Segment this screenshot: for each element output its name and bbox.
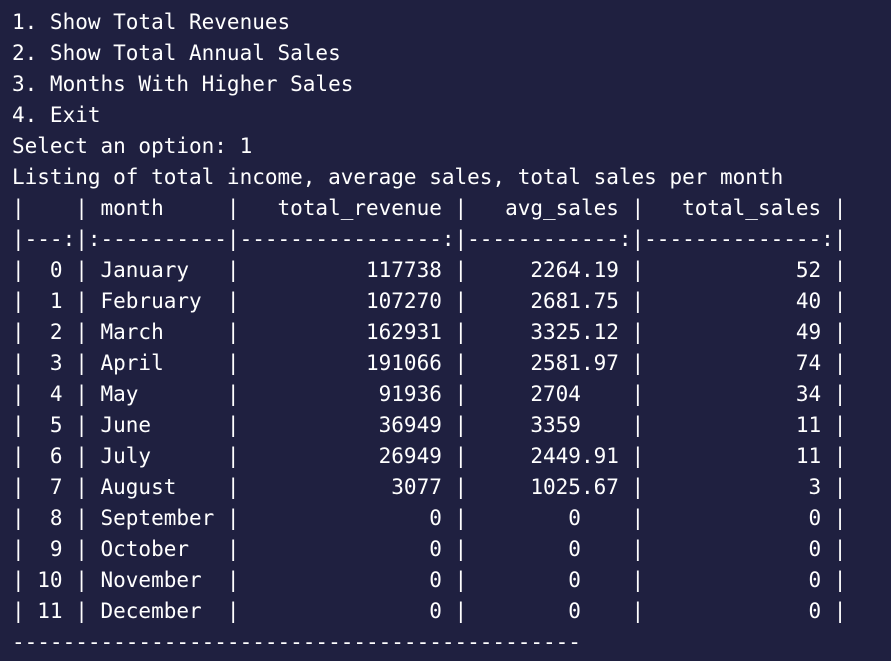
table-row: | 10 | November | 0 | 0 | 0 | xyxy=(12,568,847,592)
option-prompt-label: Select an option: xyxy=(12,134,240,158)
table-row: | 1 | February | 107270 | 2681.75 | 40 | xyxy=(12,289,847,313)
table-row: | 4 | May | 91936 | 2704 | 34 | xyxy=(12,382,847,406)
table-row: | 0 | January | 117738 | 2264.19 | 52 | xyxy=(12,258,847,282)
footer-rule: ----------------------------------------… xyxy=(12,630,581,654)
option-prompt[interactable]: Select an option: 1 xyxy=(12,131,882,162)
sales-table: | | month | total_revenue | avg_sales | … xyxy=(12,193,882,627)
table-row: | 8 | September | 0 | 0 | 0 | xyxy=(12,506,847,530)
table-header: | | month | total_revenue | avg_sales | … xyxy=(12,196,847,220)
listing-caption: Listing of total income, average sales, … xyxy=(12,165,784,189)
menu-item-show-total-revenues: 1. Show Total Revenues xyxy=(12,10,291,34)
table-separator: |---:|:----------|----------------:|----… xyxy=(12,227,847,251)
option-prompt-value[interactable]: 1 xyxy=(240,134,253,158)
table-row: | 9 | October | 0 | 0 | 0 | xyxy=(12,537,847,561)
table-row: | 2 | March | 162931 | 3325.12 | 49 | xyxy=(12,320,847,344)
terminal-output: 1. Show Total Revenues 2. Show Total Ann… xyxy=(12,7,882,657)
table-row: | 5 | June | 36949 | 3359 | 11 | xyxy=(12,413,847,437)
menu: 1. Show Total Revenues 2. Show Total Ann… xyxy=(12,7,882,131)
menu-item-show-total-annual-sales: 2. Show Total Annual Sales xyxy=(12,41,341,65)
table-row: | 6 | July | 26949 | 2449.91 | 11 | xyxy=(12,444,847,468)
table-row: | 3 | April | 191066 | 2581.97 | 74 | xyxy=(12,351,847,375)
table-row: | 11 | December | 0 | 0 | 0 | xyxy=(12,599,847,623)
menu-item-exit: 4. Exit xyxy=(12,103,101,127)
menu-item-months-with-higher-sales: 3. Months With Higher Sales xyxy=(12,72,354,96)
table-row: | 7 | August | 3077 | 1025.67 | 3 | xyxy=(12,475,847,499)
